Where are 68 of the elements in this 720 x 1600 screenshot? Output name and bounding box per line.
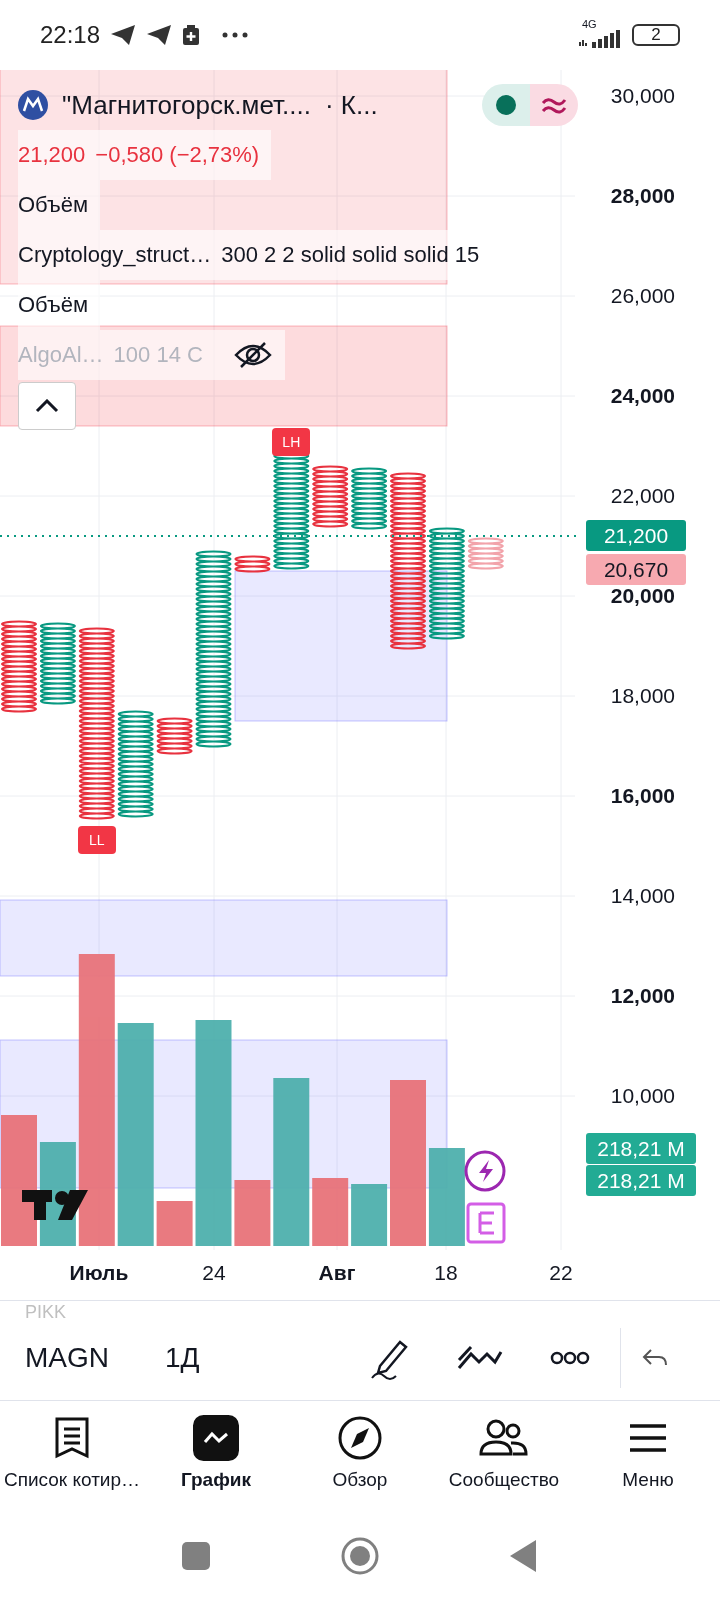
eye-off-icon[interactable] [232, 341, 273, 369]
chevron-up-icon [35, 399, 59, 413]
indicator-name: AlgoAl… [18, 342, 104, 368]
indicator-row[interactable]: Объём [18, 180, 101, 230]
collapse-button[interactable] [18, 382, 76, 430]
nav-tab[interactable]: Обзор [288, 1413, 432, 1513]
indicator-row[interactable]: Объём [18, 280, 101, 330]
last-price: 21,200 [18, 142, 86, 168]
network-type: 4G [582, 18, 597, 30]
price-tick: 14,000 [610, 884, 675, 908]
exchange-label: · К... [324, 89, 378, 121]
recents-button[interactable] [182, 1542, 210, 1570]
price-tick: 24,000 [610, 384, 675, 408]
time-tick: 18 [434, 1261, 458, 1285]
price-change: −0,580 (−2,73%) [95, 142, 260, 168]
more-icon [222, 31, 249, 39]
lightning-icon [464, 1150, 506, 1192]
more-icon [550, 1350, 590, 1365]
price-tick: 28,000 [610, 184, 675, 208]
ticker-symbol[interactable]: MAGN [25, 1341, 165, 1374]
time-tick: Июль [69, 1261, 129, 1285]
approx-icon [541, 95, 567, 115]
trend-icon [457, 1343, 503, 1372]
compass-icon [337, 1415, 383, 1461]
pivot-marker: LL [77, 826, 116, 854]
clipboard-icon [182, 24, 201, 46]
interval-button[interactable]: 1Д [165, 1341, 345, 1374]
paper-plane-icon [110, 24, 137, 46]
back-button[interactable] [510, 1540, 538, 1572]
symbol-title: "Магнитогорск.мет.... [62, 89, 311, 121]
time-tick: 22 [549, 1261, 573, 1285]
nav-tab[interactable]: Список котир… [0, 1413, 144, 1513]
price-label: 21,200 [586, 520, 686, 551]
list-icon [54, 1416, 90, 1460]
indicator-params: 300 2 2 solid solid solid 15 [221, 242, 480, 268]
price-tick: 18,000 [610, 684, 675, 708]
indicator-name: Cryptology_struct… [18, 242, 212, 268]
price-tick: 30,000 [610, 84, 675, 108]
price-tick: 26,000 [610, 284, 675, 308]
company-logo-icon [18, 90, 48, 120]
indicator-name: Объём [18, 292, 89, 318]
chart-icon [193, 1415, 239, 1461]
nav-tab[interactable]: Меню [576, 1413, 720, 1513]
signal-icon [578, 30, 622, 48]
time-tick: 24 [202, 1261, 226, 1285]
price-tick: 16,000 [610, 784, 675, 808]
price-label: 20,670 [586, 554, 686, 585]
people-icon [479, 1418, 529, 1458]
pivot-marker: LH [272, 428, 311, 456]
logo-icon [22, 1190, 88, 1220]
volume-label: 218,21 M [586, 1165, 696, 1196]
price-tick: 20,000 [610, 584, 675, 608]
price-tick: 12,000 [610, 984, 675, 1008]
indicator-name: Объём [18, 192, 89, 218]
menu-icon [628, 1422, 668, 1454]
battery-icon: 2 [632, 24, 680, 46]
indicator-params: 100 14 C [113, 342, 203, 368]
paper-plane-icon [146, 24, 173, 46]
nav-tab[interactable]: Сообщество [432, 1413, 576, 1513]
home-button[interactable] [340, 1536, 380, 1576]
volume-label: 218,21 M [586, 1133, 696, 1164]
price-tick: 22,000 [610, 484, 675, 508]
status-time: 22:18 [40, 21, 101, 49]
earnings-icon [466, 1202, 506, 1244]
price-tick: 10,000 [610, 1084, 675, 1108]
nav-tab[interactable]: График [144, 1413, 288, 1513]
market-status-icon [482, 84, 530, 126]
time-tick: Авг [318, 1261, 356, 1285]
